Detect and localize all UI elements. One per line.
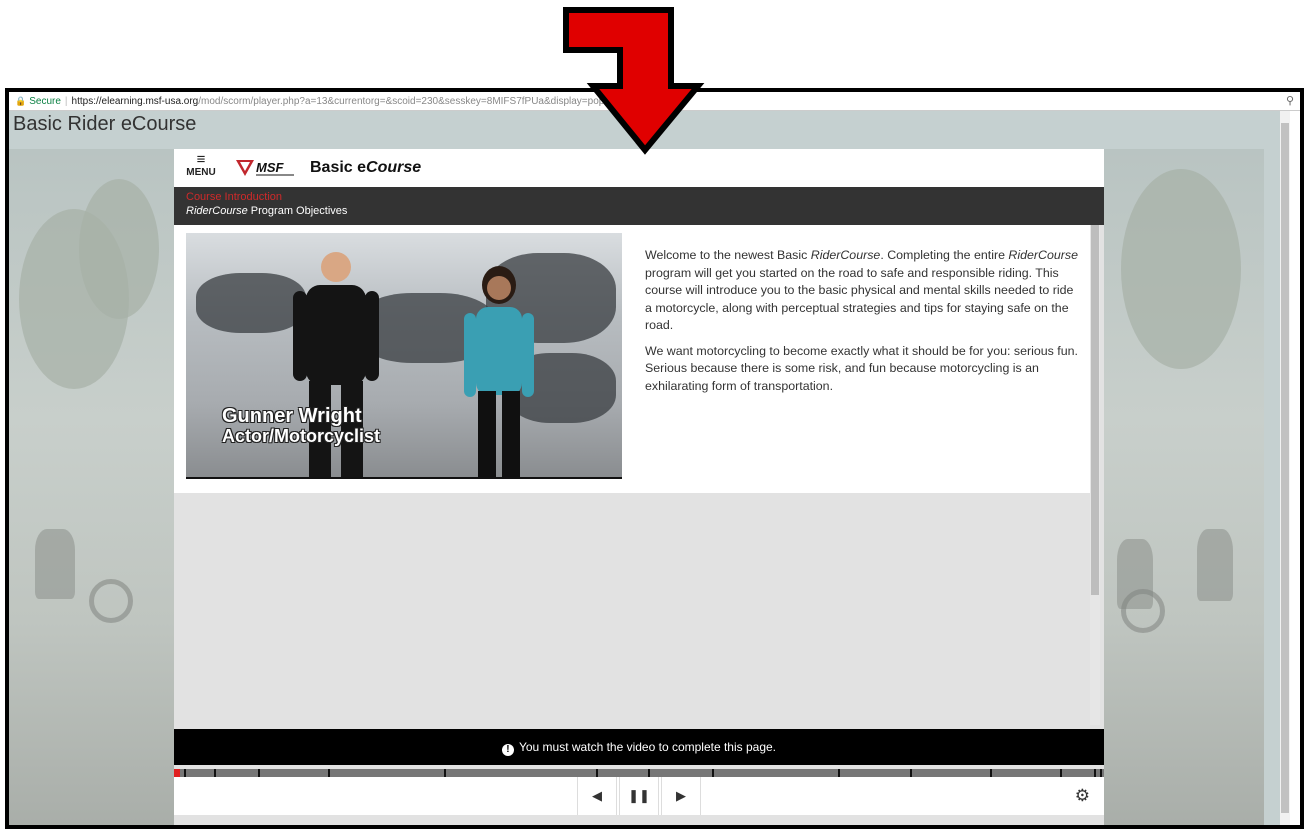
progress-tick <box>258 769 260 777</box>
course-title: Basic eCourse <box>310 159 421 177</box>
info-icon: ! <box>501 744 514 756</box>
msf-logo: MSF <box>236 160 294 176</box>
video-player[interactable]: Gunner Wright Actor/Motorcyclist <box>186 233 622 479</box>
progress-tick <box>214 769 216 777</box>
breadcrumb-page-title: RiderCourse Program Objectives <box>186 205 347 217</box>
zoom-icon[interactable]: ⚲ <box>1286 92 1294 110</box>
lesson-content: Gunner Wright Actor/Motorcyclist Welcome… <box>174 225 1092 493</box>
gear-icon: ⚙ <box>1074 786 1090 805</box>
svg-text:MSF: MSF <box>256 160 285 175</box>
p1-e: program will get you started on the road… <box>645 265 1074 333</box>
content-scrollbar-thumb[interactable] <box>1091 225 1099 595</box>
p1-d: RiderCourse <box>1008 248 1078 262</box>
progress-tick <box>648 769 650 777</box>
page-title-italic: RiderCourse <box>186 205 248 217</box>
page-progress-bar[interactable] <box>174 769 1104 777</box>
address-bar[interactable]: 🔒 Secure | https://elearning.msf-usa.org/mo… <box>9 92 1300 111</box>
breadcrumb-section: Course Introduction <box>186 191 282 203</box>
page-title: Basic Rider eCourse <box>13 113 197 135</box>
pause-icon: ❚❚ <box>628 788 650 803</box>
page-scrollbar-thumb[interactable] <box>1281 123 1289 813</box>
notice-text: You must watch the video to complete thi… <box>518 740 777 754</box>
watch-video-notice: ! You must watch the video to complete th… <box>174 729 1104 765</box>
progress-fill <box>174 769 180 777</box>
progress-tick <box>712 769 714 777</box>
p1-c: . Completing the entire <box>880 248 1009 262</box>
page-scrollbar[interactable] <box>1280 111 1290 825</box>
pause-button[interactable]: ❚❚ <box>619 777 659 815</box>
url-path: /mod/scorm/player.php?a=13&currentorg=&s… <box>198 96 616 107</box>
progress-tick <box>910 769 912 777</box>
course-title-prefix: Basic e <box>310 159 367 176</box>
paragraph-2: We want motorcycling to become exactly w… <box>645 343 1078 393</box>
prev-button[interactable]: ◀ <box>577 777 617 815</box>
hamburger-icon: ≡ <box>196 151 206 168</box>
menu-label: MENU <box>186 167 216 178</box>
progress-tick <box>990 769 992 777</box>
menu-button[interactable]: ≡ MENU <box>186 151 216 178</box>
course-player: ≡ MENU MSF Basic eCourse Course Introduc… <box>174 149 1104 825</box>
video-caption-role: Actor/Motorcyclist <box>222 426 381 446</box>
progress-tick <box>1094 769 1096 777</box>
progress-tick <box>444 769 446 777</box>
breadcrumb: Course Introduction RiderCourse Program … <box>174 187 1104 225</box>
next-icon: ▶ <box>676 788 686 803</box>
progress-tick <box>328 769 330 777</box>
progress-tick <box>596 769 598 777</box>
address-separator: | <box>64 96 68 107</box>
browser-window: 🔒 Secure | https://elearning.msf-usa.org/mo… <box>5 88 1304 829</box>
progress-tick <box>838 769 840 777</box>
video-caption-name: Gunner Wright <box>222 405 362 427</box>
page-viewport: Basic Rider eCourse ≡ MENU MSF Basic eCo… <box>9 111 1290 825</box>
p1-b: RiderCourse <box>810 248 881 262</box>
background-right <box>1101 149 1264 825</box>
woman-figure <box>464 266 534 477</box>
url-tail: al <box>675 96 684 107</box>
lock-icon: 🔒 <box>15 96 27 106</box>
secure-label: Secure <box>29 96 61 107</box>
page-title-rest: Program Objectives <box>247 205 348 217</box>
content-scrollbar[interactable] <box>1090 225 1100 725</box>
next-button[interactable]: ▶ <box>661 777 701 815</box>
player-controls: ◀ ❚❚ ▶ ⚙ <box>174 777 1104 815</box>
background-left <box>9 149 174 825</box>
prev-icon: ◀ <box>592 788 602 803</box>
paragraph-1: Welcome to the newest Basic RiderCourse.… <box>645 247 1083 335</box>
course-header: ≡ MENU MSF Basic eCourse <box>174 149 1104 187</box>
progress-tick <box>1100 769 1102 777</box>
p1-a: Welcome to the newest Basic <box>645 248 811 262</box>
course-title-italic: Course <box>366 159 422 176</box>
url-host: https://elearning.msf-usa.org <box>71 96 199 107</box>
progress-tick <box>1060 769 1062 777</box>
progress-tick <box>184 769 186 777</box>
settings-button[interactable]: ⚙ <box>1075 777 1090 815</box>
lesson-text: Welcome to the newest Basic RiderCourse.… <box>645 247 1083 403</box>
